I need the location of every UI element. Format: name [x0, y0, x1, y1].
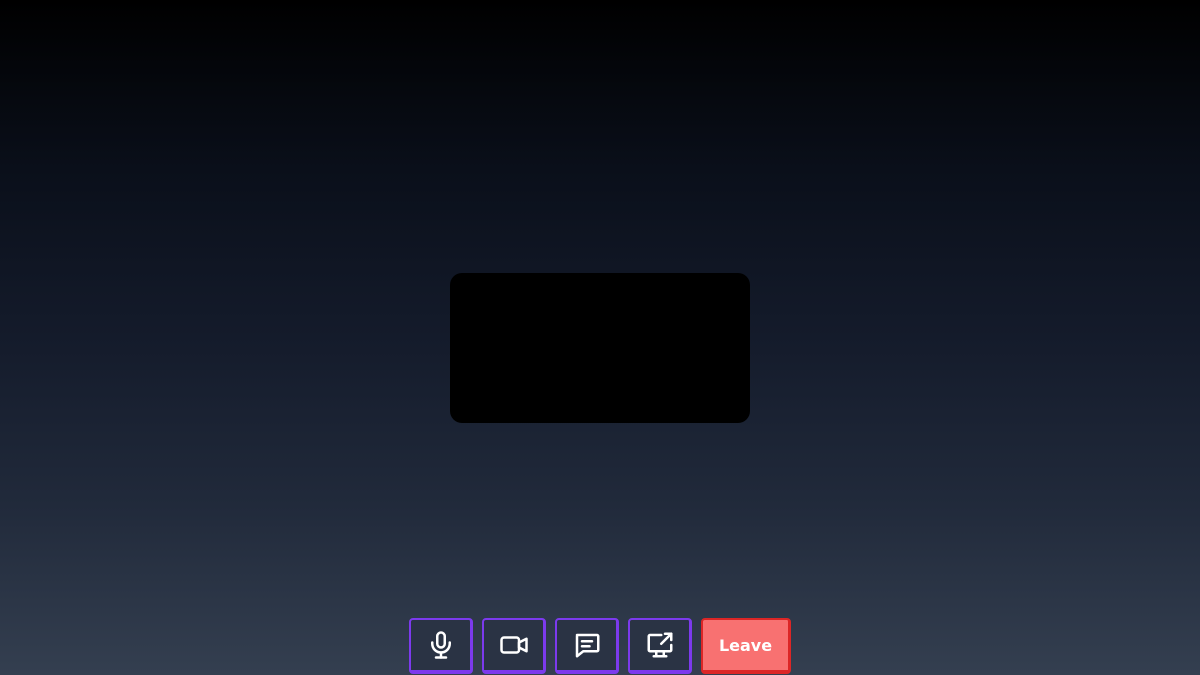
microphone-icon	[426, 630, 456, 660]
video-tile	[450, 273, 750, 423]
screen-share-button[interactable]	[628, 618, 692, 674]
call-screen: Leave	[0, 0, 1200, 675]
call-controls-bar: Leave	[409, 618, 791, 674]
leave-button[interactable]: Leave	[701, 618, 791, 674]
microphone-button[interactable]	[409, 618, 473, 674]
video-camera-icon	[499, 630, 529, 660]
chat-button[interactable]	[555, 618, 619, 674]
chat-icon	[572, 630, 602, 660]
camera-button[interactable]	[482, 618, 546, 674]
screen-share-icon	[645, 630, 675, 660]
